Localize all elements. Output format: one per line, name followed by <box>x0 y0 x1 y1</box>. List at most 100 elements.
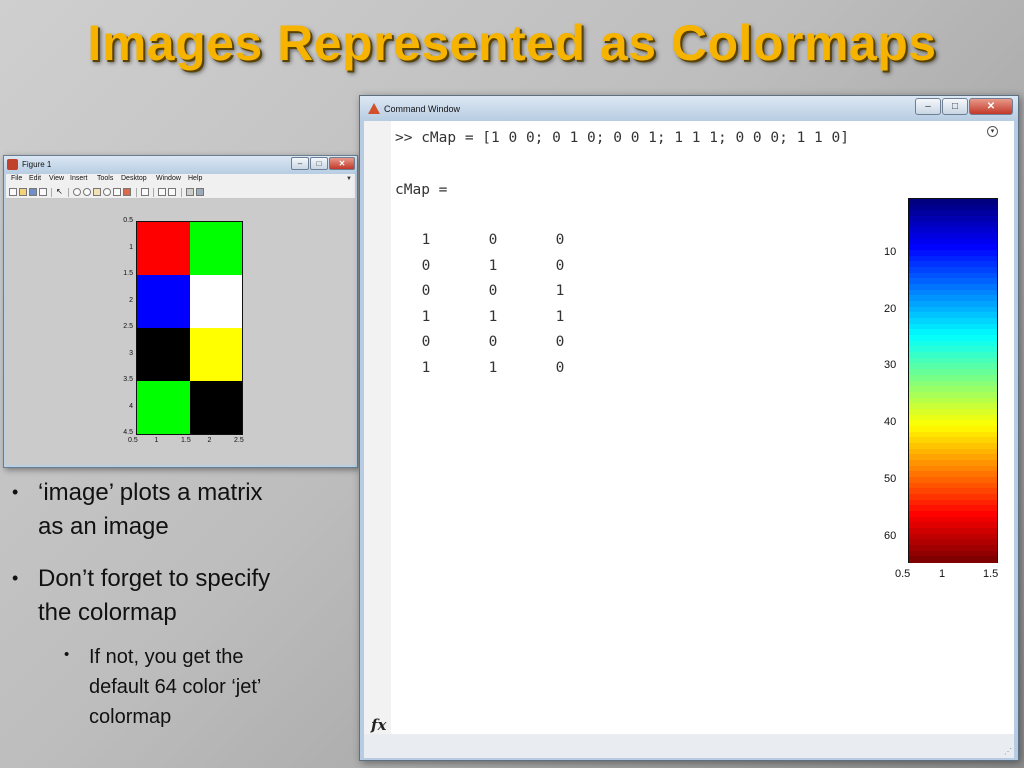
menu-desktop[interactable]: Desktop <box>121 175 147 182</box>
menu-file[interactable]: File <box>11 175 22 182</box>
command-window-title: Command Window <box>384 104 461 114</box>
colorbar-x-tick-label: 1.5 <box>983 568 999 580</box>
toolbar-separator <box>68 188 69 197</box>
show-plot-tools-icon[interactable] <box>196 188 204 196</box>
pointer-icon[interactable]: ↖ <box>56 187 64 196</box>
bullet-3-line-3: colormap <box>89 706 172 728</box>
print-icon[interactable] <box>39 188 47 196</box>
bullet-3-line-2: default 64 color ‘jet’ <box>89 676 262 698</box>
y-tick-label: 1.5 <box>123 270 133 277</box>
y-tick-label: 4 <box>129 402 133 410</box>
y-tick-label: 2.5 <box>123 323 133 330</box>
matlab-logo-icon <box>368 103 380 114</box>
figure-title: Figure 1 <box>22 160 52 169</box>
matrix-cell: 0 <box>555 257 565 274</box>
menu-tools[interactable]: Tools <box>97 175 113 182</box>
bullet-3-line-1: If not, you get the <box>89 646 244 668</box>
colorbar-y-tick-label: 10 <box>884 245 897 258</box>
zoom-out-icon[interactable] <box>83 188 91 196</box>
fx-gutter: fx <box>364 121 391 734</box>
matrix-cell: 0 <box>421 334 431 350</box>
bullet-3: If not, you get the default 64 color ‘je… <box>89 642 261 732</box>
maximize-button[interactable]: □ <box>942 98 968 115</box>
bullet-dot: • <box>12 568 19 588</box>
colorbar-y-tick-label: 30 <box>884 359 897 372</box>
rotate-3d-icon[interactable] <box>103 188 111 196</box>
insert-colorbar-icon[interactable] <box>158 188 166 196</box>
matrix-cell: 0 <box>555 232 565 248</box>
toolbar-separator <box>153 188 154 197</box>
variable-label: cMap = <box>395 182 448 198</box>
open-file-icon[interactable] <box>19 188 27 196</box>
colorbar-y-tick-label: 20 <box>884 302 897 315</box>
matrix-cell: 1 <box>488 308 498 325</box>
minimize-button[interactable]: – <box>291 157 309 170</box>
minimize-button[interactable]: – <box>915 98 941 115</box>
figure-canvas: 0.5 1 1.5 2 2.5 3 3.5 4 4.5 0.5 1 1.5 2 2.5 <box>6 199 355 465</box>
resize-grip-icon[interactable]: ⋰ <box>1004 747 1012 756</box>
save-icon[interactable] <box>29 188 37 196</box>
close-button[interactable]: ✕ <box>969 98 1013 115</box>
figure-toolbar: ↖ <box>6 186 355 199</box>
help-popup-icon[interactable]: ▾ <box>987 126 998 137</box>
brush-icon[interactable] <box>123 188 131 196</box>
y-tick-label: 2 <box>129 296 133 304</box>
menu-insert[interactable]: Insert <box>70 175 88 182</box>
matrix-cell: 1 <box>421 308 431 325</box>
menu-help[interactable]: Help <box>188 175 202 182</box>
colorbar-x-tick-label: 0.5 <box>895 568 911 580</box>
command-line: >> cMap = [1 0 0; 0 1 0; 0 0 1; 1 1 1; 0… <box>395 130 849 146</box>
toolbar-separator <box>136 188 137 197</box>
menu-edit[interactable]: Edit <box>29 175 41 182</box>
figure-titlebar[interactable]: Figure 1 – □ ✕ <box>4 156 357 174</box>
y-tick-label: 0.5 <box>123 217 133 224</box>
sub-bullet-dot: • <box>64 646 70 663</box>
slide-title: Images Represented as Colormaps <box>87 15 937 71</box>
bullet-2-line-1: Don’t forget to specify <box>38 565 271 592</box>
bullet-1-line-1: ‘image’ plots a matrix <box>38 479 263 506</box>
data-cursor-icon[interactable] <box>113 188 121 196</box>
colorbar-y-tick-label: 60 <box>884 529 897 542</box>
x-tick-label: 2 <box>207 437 212 444</box>
maximize-button[interactable]: □ <box>310 157 328 170</box>
matrix-cell: 1 <box>555 308 565 325</box>
matrix-cell: 1 <box>488 359 498 376</box>
hide-plot-tools-icon[interactable] <box>186 188 194 196</box>
toolbar-separator <box>51 188 52 197</box>
x-tick-label: 1 <box>154 437 159 444</box>
matlab-logo-icon <box>7 159 18 170</box>
figure-menubar: File Edit View Insert Tools Desktop Wind… <box>6 174 355 186</box>
matrix-cell: 1 <box>555 283 565 299</box>
matrix-cell: 0 <box>555 334 565 350</box>
figure-window: Figure 1 – □ ✕ File Edit View Insert Too… <box>3 155 358 468</box>
bullet-1-line-2: as an image <box>38 513 169 540</box>
command-window-titlebar[interactable]: Command Window – □ ✕ <box>360 96 1018 121</box>
colorbar-y-tick-label: 50 <box>884 472 897 485</box>
command-window: Command Window – □ ✕ fx ▾ >> cMap = [1 0… <box>359 95 1019 761</box>
colorbar-band <box>909 556 997 563</box>
link-plot-icon[interactable] <box>141 188 149 196</box>
matrix-cell: 0 <box>488 232 498 248</box>
close-button[interactable]: ✕ <box>329 157 355 170</box>
new-figure-icon[interactable] <box>9 188 17 196</box>
matrix-cell: 0 <box>421 283 431 299</box>
zoom-in-icon[interactable] <box>73 188 81 196</box>
bullet-1: ‘image’ plots a matrix as an image <box>38 476 263 544</box>
menu-window[interactable]: Window <box>156 175 181 182</box>
command-window-body[interactable]: fx ▾ >> cMap = [1 0 0; 0 1 0; 0 0 1; 1 1… <box>364 121 1014 734</box>
fx-icon[interactable]: fx <box>371 716 386 734</box>
matrix-cell: 1 <box>488 257 498 274</box>
menu-overflow-arrow-icon[interactable]: ▼ <box>346 176 352 182</box>
bullet-2-line-2: the colormap <box>38 599 177 626</box>
y-tick-label: 3.5 <box>123 376 133 383</box>
matrix-cell: 1 <box>421 359 431 376</box>
colorbar <box>908 198 998 563</box>
matrix-cell: 1 <box>421 232 431 248</box>
colorbar-y-tick-label: 40 <box>884 416 897 428</box>
x-tick-label: 0.5 <box>128 437 138 444</box>
menu-view[interactable]: View <box>49 175 64 182</box>
y-tick-label: 3 <box>129 349 133 357</box>
matrix-cell: 0 <box>421 257 431 274</box>
insert-legend-icon[interactable] <box>168 188 176 196</box>
pan-icon[interactable] <box>93 188 101 196</box>
